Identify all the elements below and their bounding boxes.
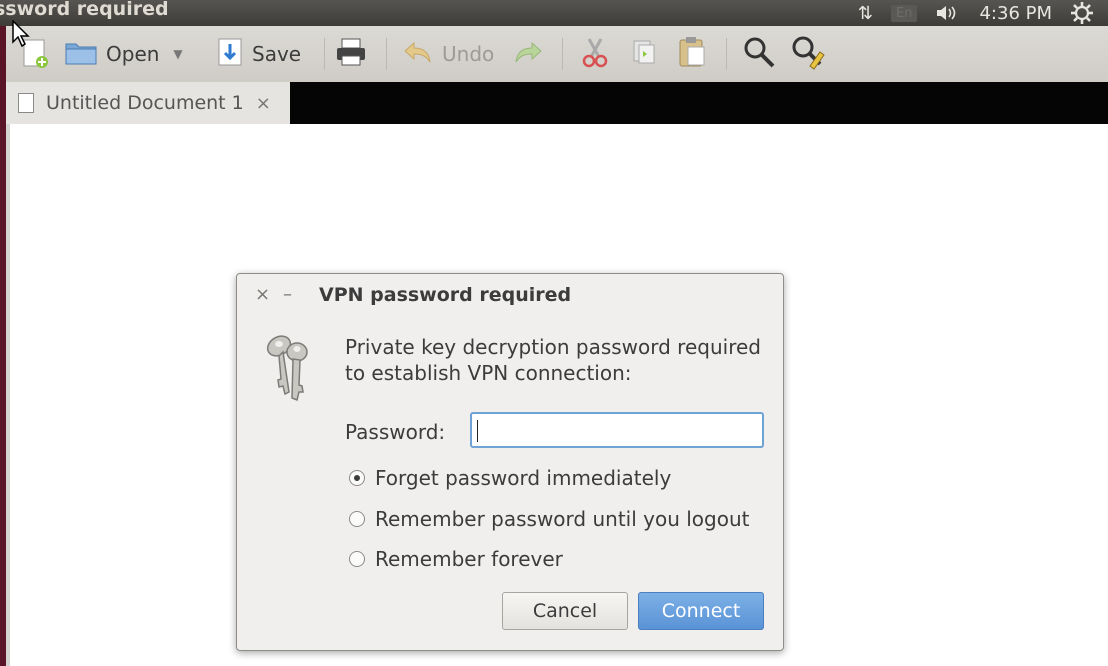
redo-button[interactable] [512,26,544,82]
open-label: Open [106,42,160,66]
save-button[interactable]: Save [216,26,301,82]
top-panel: ssword required ⇅ En 4:36 PM [0,0,1108,26]
copy-icon [630,37,658,72]
dialog-minimize-icon[interactable]: – [283,284,292,305]
save-label: Save [252,42,302,66]
cut-icon [580,35,610,74]
radio-button-selected[interactable] [349,470,365,486]
copy-button[interactable] [630,26,658,82]
volume-icon[interactable] [935,3,961,23]
network-icon[interactable]: ⇅ [858,3,873,24]
dialog-title: VPN password required [319,284,572,306]
redo-icon [512,39,544,70]
radio-label: Forget password immediately [375,466,672,490]
tab-label: Untitled Document 1 [46,92,244,114]
toolbar-separator [726,38,727,70]
cancel-button[interactable]: Cancel [502,592,628,630]
search-button[interactable] [742,26,776,82]
clock[interactable]: 4:36 PM [979,3,1052,24]
undo-button[interactable]: Undo [402,26,494,82]
dialog-close-icon[interactable]: × [255,284,270,305]
text-caret [477,420,478,442]
toolbar: Open ▼ Save Undo [0,26,1108,82]
dialog-titlebar: × – VPN password required [237,274,783,316]
cut-button[interactable] [580,26,610,82]
dialog-message: Private key decryption password required… [345,335,761,385]
dropdown-arrow-icon[interactable]: ▼ [173,47,182,61]
radio-label: Remember password until you logout [375,507,750,531]
folder-icon [64,38,98,71]
undo-label: Undo [442,42,495,66]
toolbar-separator [324,38,325,70]
open-button[interactable]: Open ▼ [64,26,183,82]
radio-label: Remember forever [375,547,563,571]
radio-button[interactable] [349,511,365,527]
toolbar-separator [386,38,387,70]
indicator-area: ⇅ En 4:36 PM [858,0,1108,26]
find-replace-button[interactable] [790,26,826,82]
tab-strip: Untitled Document 1 × [0,82,1108,124]
paste-button[interactable] [676,26,708,82]
keyboard-indicator-icon[interactable]: En [891,4,918,22]
radio-button[interactable] [349,551,365,567]
find-replace-icon [790,34,826,75]
keys-icon [259,332,317,402]
paste-icon [676,35,708,74]
active-window-title: ssword required [0,0,169,20]
print-icon [334,36,368,73]
mouse-pointer-icon [12,19,32,52]
radio-forget-immediately[interactable]: Forget password immediately [349,466,671,490]
search-icon [742,35,776,74]
keyboard-layout-badge: En [891,4,918,22]
undo-icon [402,39,434,70]
tab-close-icon[interactable]: × [256,93,271,114]
gear-icon[interactable] [1070,1,1094,25]
document-icon [18,93,34,113]
connect-button[interactable]: Connect [638,592,764,630]
radio-remember-forever[interactable]: Remember forever [349,547,563,571]
password-input[interactable] [470,412,764,448]
tab-untitled-document[interactable]: Untitled Document 1 × [6,82,290,124]
toolbar-separator [562,38,563,70]
vpn-password-dialog: × – VPN password required Private key de… [236,273,784,651]
print-button[interactable] [334,26,368,82]
radio-remember-until-logout[interactable]: Remember password until you logout [349,507,749,531]
save-icon [216,36,244,73]
password-label: Password: [345,420,446,444]
